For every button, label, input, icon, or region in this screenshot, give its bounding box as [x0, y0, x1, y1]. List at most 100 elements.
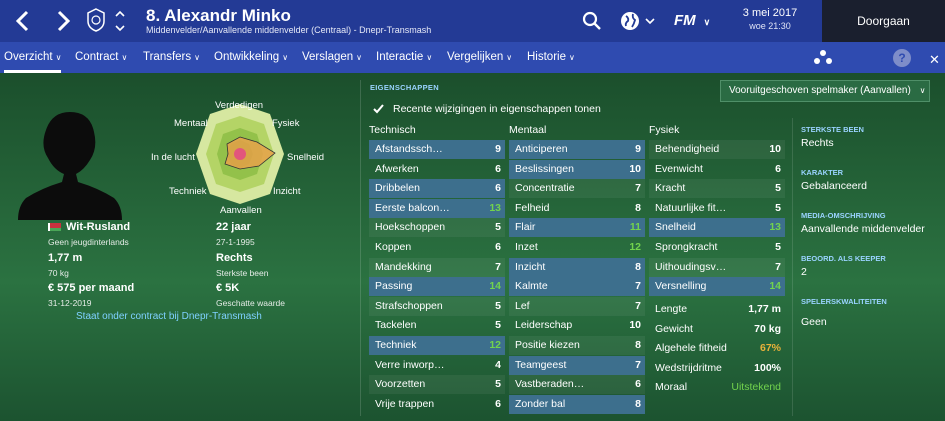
attribute-row[interactable]: Felheid 8 — [509, 199, 645, 218]
attribute-row[interactable]: Vastberaden… 6 — [509, 375, 645, 395]
radar-label-technique: Techniek — [169, 186, 207, 197]
attribute-name: Lef — [515, 299, 530, 312]
media-value: Aanvallende middenvelder — [801, 223, 925, 235]
attribute-row[interactable]: Inzicht 8 — [509, 257, 645, 277]
attribute-name: Hoekschoppen — [375, 221, 446, 234]
attribute-value: 6 — [635, 378, 641, 391]
forward-arrow-icon[interactable] — [52, 8, 74, 34]
tab-compare[interactable]: Vergelijken ∨ — [447, 42, 512, 73]
keeper-rating-value: 2 — [801, 266, 807, 278]
attribute-row[interactable]: Lef 7 — [509, 296, 645, 316]
attribute-value: 5 — [775, 201, 781, 214]
attribute-value: 8 — [635, 260, 641, 273]
contract-end-text: 31-12-2019 — [48, 298, 92, 308]
club-crest-icon[interactable] — [86, 8, 106, 32]
caps-text: Geen jeugdinterlands — [48, 237, 129, 247]
attribute-row[interactable]: Inzet 12 — [509, 238, 645, 257]
attribute-row[interactable]: Kracht 5 — [649, 179, 785, 199]
recent-changes-label[interactable]: Recente wijzigingen in eigenschappen ton… — [393, 103, 601, 115]
attribute-name: Afwerken — [375, 162, 419, 175]
date-display: 3 mei 2017 woe 21:30 — [720, 0, 820, 42]
tab-overview[interactable]: Overzicht ∨ — [4, 42, 62, 73]
attribute-value: 12 — [489, 339, 501, 351]
attribute-row[interactable]: Uithoudingsv… 7 — [649, 257, 785, 277]
attribute-row[interactable]: Versnelling 14 — [649, 277, 785, 297]
attribute-row[interactable]: Vrije trappen 6 — [369, 395, 505, 414]
tab-history[interactable]: Historie ∨ — [527, 42, 575, 73]
strong-foot-label: STERKSTE BEEN — [801, 125, 864, 134]
attribute-row[interactable]: Hoekschoppen 5 — [369, 218, 505, 238]
attribute-name: Anticiperen — [515, 143, 568, 155]
attribute-value: 6 — [495, 182, 501, 195]
attribute-value: 12 — [629, 241, 641, 253]
tab-interaction[interactable]: Interactie ∨ — [376, 42, 432, 73]
physical-stat-name: Lengte — [655, 303, 688, 315]
attribute-row[interactable]: Behendigheid 10 — [649, 140, 785, 159]
attribute-row[interactable]: Positie kiezen 8 — [509, 336, 645, 355]
attribute-value: 11 — [629, 221, 641, 234]
tab-development[interactable]: Ontwikkeling ∨ — [214, 42, 288, 73]
attribute-row[interactable]: Afstandssch… 9 — [369, 140, 505, 159]
value-label: Geschatte waarde — [216, 298, 285, 308]
attribute-row[interactable]: Techniek 12 — [369, 336, 505, 355]
date-text: 3 mei 2017 — [742, 7, 798, 19]
tab-reports[interactable]: Verslagen ∨ — [302, 42, 362, 73]
squad-icon[interactable] — [813, 48, 833, 68]
attribute-row[interactable]: Voorzetten 5 — [369, 375, 505, 395]
attribute-row[interactable]: Flair 11 — [509, 218, 645, 238]
mental-heading: Mentaal — [509, 124, 547, 136]
physical-stat-row: Moraal Uitstekend — [649, 378, 785, 397]
attribute-value: 7 — [495, 260, 501, 273]
foot-value: Rechts — [216, 252, 253, 264]
attribute-row[interactable]: Sprongkracht 5 — [649, 238, 785, 257]
attribute-name: Leiderschap — [515, 319, 573, 332]
fm-logo-icon[interactable]: FM ∨ — [674, 9, 714, 33]
player-switch-icon[interactable] — [114, 7, 126, 35]
search-icon[interactable] — [582, 9, 602, 33]
contract-club-link[interactable]: Staat onder contract bij Dnepr-Transmash — [76, 311, 262, 322]
attribute-row[interactable]: Koppen 6 — [369, 238, 505, 257]
physical-stat-name: Moraal — [655, 381, 688, 394]
attribute-row[interactable]: Passing 14 — [369, 277, 505, 297]
attribute-row[interactable]: Beslissingen 10 — [509, 159, 645, 179]
attribute-name: Voorzetten — [375, 378, 426, 391]
attribute-row[interactable]: Natuurlijke fit… 5 — [649, 199, 785, 218]
attribute-value: 8 — [635, 397, 641, 410]
attribute-row[interactable]: Dribbelen 6 — [369, 179, 505, 199]
tab-transfers[interactable]: Transfers ∨ — [143, 42, 200, 73]
attribute-row[interactable]: Tackelen 5 — [369, 316, 505, 335]
attribute-name: Inzicht — [515, 260, 546, 273]
attribute-value: 7 — [635, 182, 641, 195]
attribute-row[interactable]: Mandekking 7 — [369, 257, 505, 277]
continue-button[interactable]: Doorgaan — [822, 0, 945, 42]
attribute-value: 14 — [489, 280, 501, 293]
attribute-row[interactable]: Leiderschap 10 — [509, 316, 645, 335]
qualities-value: Geen — [801, 316, 827, 328]
physical-stat-name: Wedstrijdritme — [655, 361, 722, 374]
attribute-value: 4 — [495, 358, 501, 371]
attribute-row[interactable]: Strafschoppen 5 — [369, 296, 505, 316]
attribute-value: 7 — [635, 280, 641, 293]
close-icon[interactable]: ✕ — [929, 52, 940, 68]
attribute-name: Positie kiezen — [515, 339, 580, 351]
globe-icon[interactable] — [620, 9, 656, 33]
attribute-value: 6 — [775, 162, 781, 175]
attribute-row[interactable]: Kalmte 7 — [509, 277, 645, 297]
attribute-row[interactable]: Verre inworp… 4 — [369, 356, 505, 375]
tab-contract[interactable]: Contract ∨ — [75, 42, 127, 73]
attribute-row[interactable]: Teamgeest 7 — [509, 355, 645, 375]
help-icon[interactable]: ? — [893, 49, 911, 67]
attribute-row[interactable]: Anticiperen 9 — [509, 140, 645, 159]
attribute-row[interactable]: Zonder bal 8 — [509, 394, 645, 414]
attribute-row[interactable]: Evenwicht 6 — [649, 160, 785, 179]
attribute-row[interactable]: Concentratie 7 — [509, 179, 645, 199]
attribute-row[interactable]: Snelheid 13 — [649, 218, 785, 238]
checkbox-recent-changes[interactable] — [372, 102, 385, 115]
back-arrow-icon[interactable] — [12, 8, 34, 34]
attribute-name: Vrije trappen — [375, 397, 435, 410]
attribute-value: 5 — [775, 182, 781, 195]
attribute-row[interactable]: Eerste balcon… 13 — [369, 198, 505, 218]
attribute-row[interactable]: Afwerken 6 — [369, 160, 505, 179]
role-select[interactable]: Vooruitgeschoven spelmaker (Aanvallen) ∨ — [720, 80, 930, 102]
physical-stat-name: Gewicht — [655, 322, 693, 335]
